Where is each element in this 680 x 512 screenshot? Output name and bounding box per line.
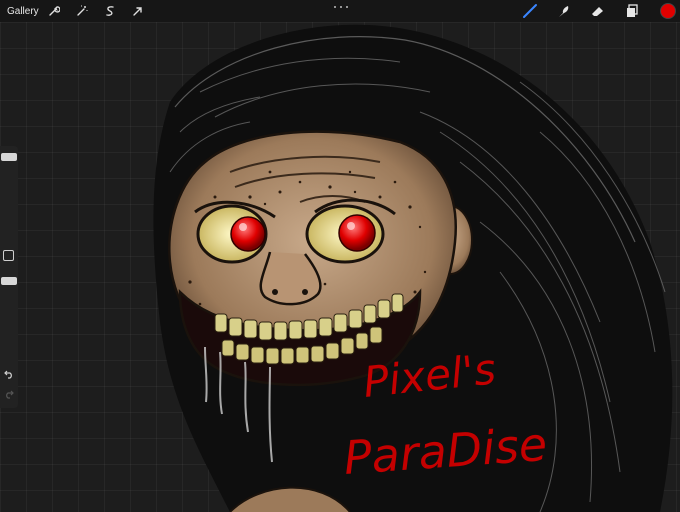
transform-arrow-icon[interactable] [131, 4, 145, 18]
selection-icon[interactable] [103, 4, 117, 18]
tools-group [504, 0, 680, 22]
drawing-canvas[interactable]: Pixel's ParaDise [0, 22, 680, 512]
smudge-icon[interactable] [556, 3, 572, 19]
left-sidebar [0, 146, 18, 408]
brush-size-slider[interactable] [0, 150, 18, 242]
redo-icon[interactable] [2, 388, 16, 400]
signature-line-1: Pixel's [361, 344, 498, 407]
brush-size-slider-thumb[interactable] [1, 153, 17, 162]
more-options-icon[interactable] [334, 4, 348, 10]
opacity-slider[interactable] [0, 274, 18, 356]
gallery-button[interactable]: Gallery [7, 6, 39, 17]
modify-button[interactable] [3, 250, 14, 261]
magic-wand-icon[interactable] [75, 4, 89, 18]
color-picker-swatch[interactable] [660, 3, 676, 19]
handwritten-signature: Pixel's ParaDise [342, 344, 549, 485]
eraser-icon[interactable] [590, 3, 606, 19]
signature-line-2: ParaDise [342, 417, 549, 485]
undo-icon[interactable] [2, 368, 16, 380]
top-toolbar: Gallery [0, 0, 680, 22]
brush-icon[interactable] [522, 3, 538, 19]
layers-icon[interactable] [624, 3, 640, 19]
opacity-slider-thumb[interactable] [1, 276, 17, 285]
wrench-icon[interactable] [47, 4, 61, 18]
